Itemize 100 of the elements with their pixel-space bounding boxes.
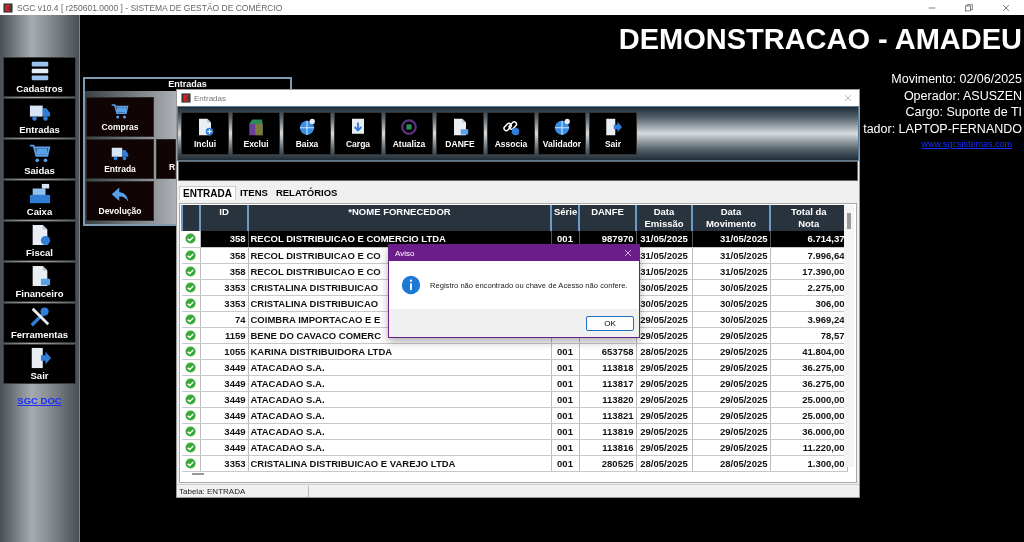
- table-cell: 001: [551, 343, 579, 359]
- table-cell: 29/05/2025: [692, 439, 770, 455]
- table-cell: 1159: [200, 327, 248, 343]
- column-header[interactable]: Data Emissão: [636, 205, 692, 231]
- column-header[interactable]: Total da Nota: [770, 205, 847, 231]
- table-cell: 001: [551, 407, 579, 423]
- table-cell: 001: [551, 391, 579, 407]
- table-cell: 6.714,37: [770, 231, 847, 247]
- check-icon: [185, 265, 196, 277]
- table-cell: 113821: [579, 407, 636, 423]
- panel-title: Entradas: [168, 79, 207, 89]
- toolbar-button[interactable]: Associa: [487, 112, 535, 155]
- check-icon: [185, 361, 196, 373]
- menu-button[interactable]: Compras: [86, 97, 154, 137]
- arrow-icon: [111, 186, 129, 204]
- toolbar-button[interactable]: Inclui: [181, 112, 229, 155]
- table-cell: 3353: [200, 455, 248, 471]
- table-cell: 29/05/2025: [636, 375, 692, 391]
- table-cell: 30/05/2025: [692, 295, 770, 311]
- download-icon: [349, 118, 367, 136]
- tab[interactable]: ENTRADA: [179, 186, 236, 200]
- table-cell: ATACADAO S.A.: [248, 439, 551, 455]
- check-icon: [185, 233, 196, 245]
- toolbar-button[interactable]: Carga: [334, 112, 382, 155]
- table-cell: 113820: [579, 391, 636, 407]
- toolbar-button[interactable]: Validador: [538, 112, 586, 155]
- table-cell: 358: [200, 231, 248, 247]
- sidebar-button[interactable]: Fiscal: [3, 221, 76, 261]
- sidebar-button[interactable]: Caixa: [3, 180, 76, 220]
- table-cell: 3449: [200, 439, 248, 455]
- table-cell: 29/05/2025: [636, 359, 692, 375]
- toolbar-button[interactable]: Atualiza: [385, 112, 433, 155]
- tab[interactable]: ITENS: [235, 185, 272, 200]
- table-cell: 31/05/2025: [692, 247, 770, 263]
- globe-icon: [553, 118, 571, 136]
- column-header[interactable]: ID: [200, 205, 248, 231]
- check-icon: [185, 297, 196, 309]
- sidebar-button[interactable]: Entradas: [3, 98, 76, 138]
- toolbar-button[interactable]: DANFE: [436, 112, 484, 155]
- refresh-icon: [400, 118, 418, 136]
- status-text: Tabela: ENTRADA: [178, 486, 247, 496]
- table-cell: 29/05/2025: [636, 423, 692, 439]
- tools-icon: [28, 306, 51, 328]
- scrollbar-thumb[interactable]: [847, 213, 851, 229]
- restore-icon[interactable]: [963, 2, 974, 13]
- scrollbar[interactable]: [844, 205, 854, 467]
- window-title: SGC v10.4 [ r250601.0000 ] - SISTEMA DE GESTÃO DE COMÉRCIO: [17, 2, 283, 13]
- check-icon: [185, 457, 196, 469]
- tab[interactable]: RELATÓRIOS: [271, 185, 342, 200]
- table-cell: 280525: [579, 455, 636, 471]
- table-cell: 113818: [579, 359, 636, 375]
- table-cell: ATACADAO S.A.: [248, 407, 551, 423]
- column-header[interactable]: DANFE: [579, 205, 636, 231]
- toolbar-button[interactable]: Sair: [589, 112, 637, 155]
- table-cell: 74: [200, 311, 248, 327]
- table-cell: 113819: [579, 423, 636, 439]
- table-cell: 29/05/2025: [636, 407, 692, 423]
- table-cell: 29/05/2025: [692, 391, 770, 407]
- table-cell: ATACADAO S.A.: [248, 423, 551, 439]
- menu-button[interactable]: Entrada: [86, 139, 154, 179]
- check-icon: [185, 377, 196, 389]
- sidebar-button[interactable]: Sair: [3, 344, 76, 384]
- table-cell: 001: [551, 455, 579, 471]
- table-cell: 001: [551, 439, 579, 455]
- window-title: Entradas: [194, 93, 227, 103]
- column-header[interactable]: *NOME FORNECEDOR: [248, 205, 551, 231]
- close-icon[interactable]: [1000, 2, 1011, 13]
- sidebar-button[interactable]: Ferramentas: [3, 303, 76, 343]
- menu-button[interactable]: Devolução: [86, 181, 154, 221]
- table-cell: 29/05/2025: [692, 407, 770, 423]
- scrollbar-thumb[interactable]: [192, 473, 204, 475]
- cash-register-icon: [28, 183, 51, 205]
- menu-button[interactable]: R: [156, 139, 176, 179]
- ok-button[interactable]: OK: [586, 315, 634, 331]
- table-cell: 29/05/2025: [692, 375, 770, 391]
- table-cell: KARINA DISTRIBUIDORA LTDA: [248, 343, 551, 359]
- table-cell: 001: [551, 359, 579, 375]
- check-icon: [185, 249, 196, 261]
- table-cell: ATACADAO S.A.: [248, 359, 551, 375]
- link-icon: [502, 118, 520, 136]
- table-cell: 31/05/2025: [636, 231, 692, 247]
- table-cell: 3449: [200, 423, 248, 439]
- table-cell: 1055: [200, 343, 248, 359]
- sidebar-button[interactable]: Saidas: [3, 139, 76, 179]
- table-cell: 3353: [200, 279, 248, 295]
- table-cell: 001: [551, 375, 579, 391]
- toolbar-button[interactable]: Exclui: [232, 112, 280, 155]
- column-header[interactable]: Série: [551, 205, 579, 231]
- info-text: Movimento: 02/06/2025: [891, 71, 1022, 88]
- table-cell: 3449: [200, 391, 248, 407]
- table-cell: 3353: [200, 295, 248, 311]
- table-cell: 28/05/2025: [636, 343, 692, 359]
- logo-icon: [181, 93, 191, 103]
- sidebar-button[interactable]: Financeiro: [3, 262, 76, 302]
- toolbar-button[interactable]: Baixa: [283, 112, 331, 155]
- column-header[interactable]: Data Movimento: [692, 205, 770, 231]
- table-cell: 113816: [579, 439, 636, 455]
- exit-icon: [604, 118, 622, 136]
- document-icon: [196, 118, 214, 136]
- sidebar-button[interactable]: Cadastros: [3, 57, 76, 97]
